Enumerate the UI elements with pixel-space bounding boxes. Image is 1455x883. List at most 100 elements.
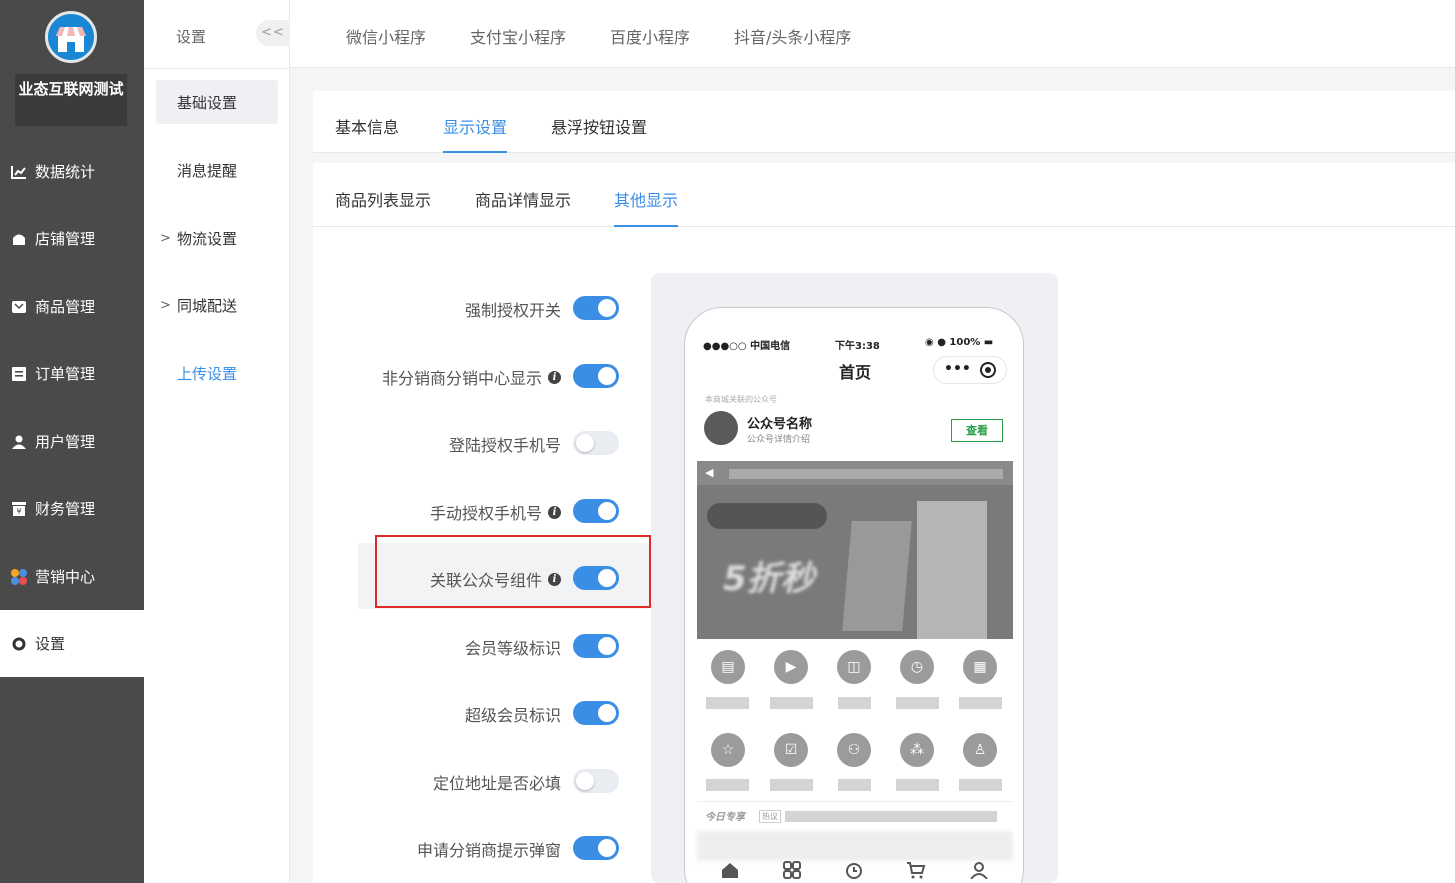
status-carrier: ●●●○○ 中国电信	[703, 341, 791, 352]
setting-label: 手动授权手机号 i	[430, 500, 561, 524]
label-placeholder	[706, 779, 749, 791]
banner-text: 5折秒	[723, 559, 815, 599]
main-tabs: 基本信息 显示设置 悬浮按钮设置	[313, 91, 1455, 153]
setting-label-text: 非分销商分销中心显示	[381, 369, 542, 388]
toggle-knob	[598, 367, 616, 385]
setting-label: 超级会员标识	[465, 702, 561, 726]
alarm-clock-icon	[844, 861, 864, 881]
group-icon: ⚇	[837, 733, 871, 767]
shop-icon: ▤	[711, 650, 745, 684]
document-icon: ▦	[963, 650, 997, 684]
chevron-right-icon: >	[160, 230, 171, 246]
setting-label-text: 登陆授权手机号	[448, 436, 561, 455]
play-icon: ▶	[774, 650, 808, 684]
location-required-toggle[interactable]	[573, 769, 619, 793]
nav-item-users[interactable]: 用户管理	[0, 408, 144, 475]
label-placeholder	[896, 697, 939, 709]
toggle-knob	[598, 299, 616, 317]
manual-phone-toggle[interactable]	[573, 499, 619, 523]
submenu-label: 消息提醒	[177, 161, 238, 180]
toggle-knob	[576, 434, 594, 452]
platform-tabs: 微信小程序 支付宝小程序 百度小程序 抖音/头条小程序	[290, 0, 1455, 68]
submenu-item-logistics[interactable]: > 物流设置	[156, 216, 278, 260]
label-placeholder	[959, 779, 1002, 791]
submenu-item-notify[interactable]: 消息提醒	[156, 148, 278, 192]
mini-capsule: •••	[933, 356, 1007, 384]
order-icon	[10, 365, 28, 383]
label-placeholder	[770, 779, 813, 791]
nondist-center-toggle[interactable]	[573, 364, 619, 388]
banner-shape	[917, 501, 987, 639]
nav-item-store[interactable]: 店铺管理	[0, 205, 144, 272]
nav-item-settings[interactable]: 设置	[0, 610, 144, 677]
main-sidebar: 业态互联网测试 数据统计 店铺管理 商品管理 订单管理 用户管理 ¥ 财务管理 …	[0, 0, 144, 883]
toggle-knob	[598, 502, 616, 520]
nav-label: 商品管理	[35, 298, 96, 316]
info-icon[interactable]: i	[548, 370, 561, 384]
feed-placeholder	[697, 831, 1013, 861]
user-icon	[10, 433, 28, 451]
goods-icon	[10, 298, 28, 316]
banner-shape	[707, 503, 827, 529]
force-auth-toggle[interactable]	[573, 296, 619, 320]
submenu-label: 基础设置	[177, 93, 238, 112]
setting-label-text: 会员等级标识	[464, 639, 561, 658]
label-placeholder	[770, 697, 813, 709]
setting-label-text: 定位地址是否必填	[432, 774, 561, 793]
label-placeholder	[838, 779, 871, 791]
tab-display-settings[interactable]: 显示设置	[443, 114, 507, 138]
super-member-toggle[interactable]	[573, 701, 619, 725]
submenu-item-upload[interactable]: 上传设置	[156, 351, 278, 395]
tab-wechat[interactable]: 微信小程序	[346, 24, 426, 48]
nav-item-marketing[interactable]: 营销中心	[0, 543, 144, 610]
tab-float-button[interactable]: 悬浮按钮设置	[551, 114, 647, 138]
collapse-button[interactable]: <<	[256, 20, 290, 46]
member-level-toggle[interactable]	[573, 634, 619, 658]
setting-label-text: 超级会员标识	[464, 706, 561, 725]
speaker-icon: ◀	[705, 466, 714, 479]
tab-basic-info[interactable]: 基本信息	[335, 114, 399, 138]
nav-label: 设置	[35, 635, 66, 653]
feed-placeholder	[785, 811, 997, 822]
category-icon	[782, 861, 802, 881]
person-icon: ♙	[963, 733, 997, 767]
nav-label: 数据统计	[35, 163, 96, 181]
banner-shape	[842, 521, 912, 631]
marketing-icon	[10, 568, 28, 586]
setting-label: 非分销商分销中心显示 i	[382, 365, 561, 389]
nav-item-finance[interactable]: ¥ 财务管理	[0, 475, 144, 542]
checklist-icon: ☑	[774, 733, 808, 767]
dist-popup-toggle[interactable]	[573, 836, 619, 860]
submenu-item-basic[interactable]: 基础设置	[156, 80, 278, 124]
tab-other-display[interactable]: 其他显示	[614, 187, 678, 211]
info-icon[interactable]: i	[548, 505, 561, 519]
login-phone-toggle[interactable]	[573, 431, 619, 455]
tab-baidu[interactable]: 百度小程序	[610, 24, 690, 48]
nav-item-goods[interactable]: 商品管理	[0, 273, 144, 340]
nav-item-data-stats[interactable]: 数据统计	[0, 138, 144, 205]
divider	[144, 68, 290, 69]
label-placeholder	[838, 697, 871, 709]
feed-tag: 热议	[759, 810, 781, 823]
status-battery: ◉ ● 100% ▬	[925, 337, 993, 348]
profile-icon	[969, 861, 989, 881]
tab-alipay[interactable]: 支付宝小程序	[470, 24, 566, 48]
phone-preview: ●●●○○ 中国电信 下午3:38 ◉ ● 100% ▬ 首页 ••• 本商城关…	[684, 307, 1024, 883]
nav-label: 用户管理	[35, 433, 96, 451]
setting-dist-popup: 申请分销商提示弹窗	[360, 825, 622, 871]
submenu-item-citydelivery[interactable]: > 同城配送	[156, 283, 278, 327]
tab-douyin[interactable]: 抖音/头条小程序	[734, 24, 851, 48]
setting-location-required: 定位地址是否必填	[360, 758, 622, 804]
chevron-right-icon: >	[160, 297, 171, 313]
tab-detail-display[interactable]: 商品详情显示	[475, 187, 571, 211]
nav-item-orders[interactable]: 订单管理	[0, 340, 144, 407]
nav-label: 订单管理	[35, 365, 96, 383]
nav-label: 营销中心	[35, 568, 96, 586]
setting-login-phone: 登陆授权手机号	[360, 420, 622, 466]
tab-list-display[interactable]: 商品列表显示	[335, 187, 431, 211]
close-circle-icon	[980, 362, 996, 378]
settings-submenu: 设置 << 基础设置 消息提醒 > 物流设置 > 同城配送 上传设置	[144, 0, 290, 883]
setting-member-level: 会员等级标识	[360, 623, 622, 669]
setting-label: 申请分销商提示弹窗	[417, 837, 561, 861]
submenu-title: 设置	[176, 28, 207, 46]
